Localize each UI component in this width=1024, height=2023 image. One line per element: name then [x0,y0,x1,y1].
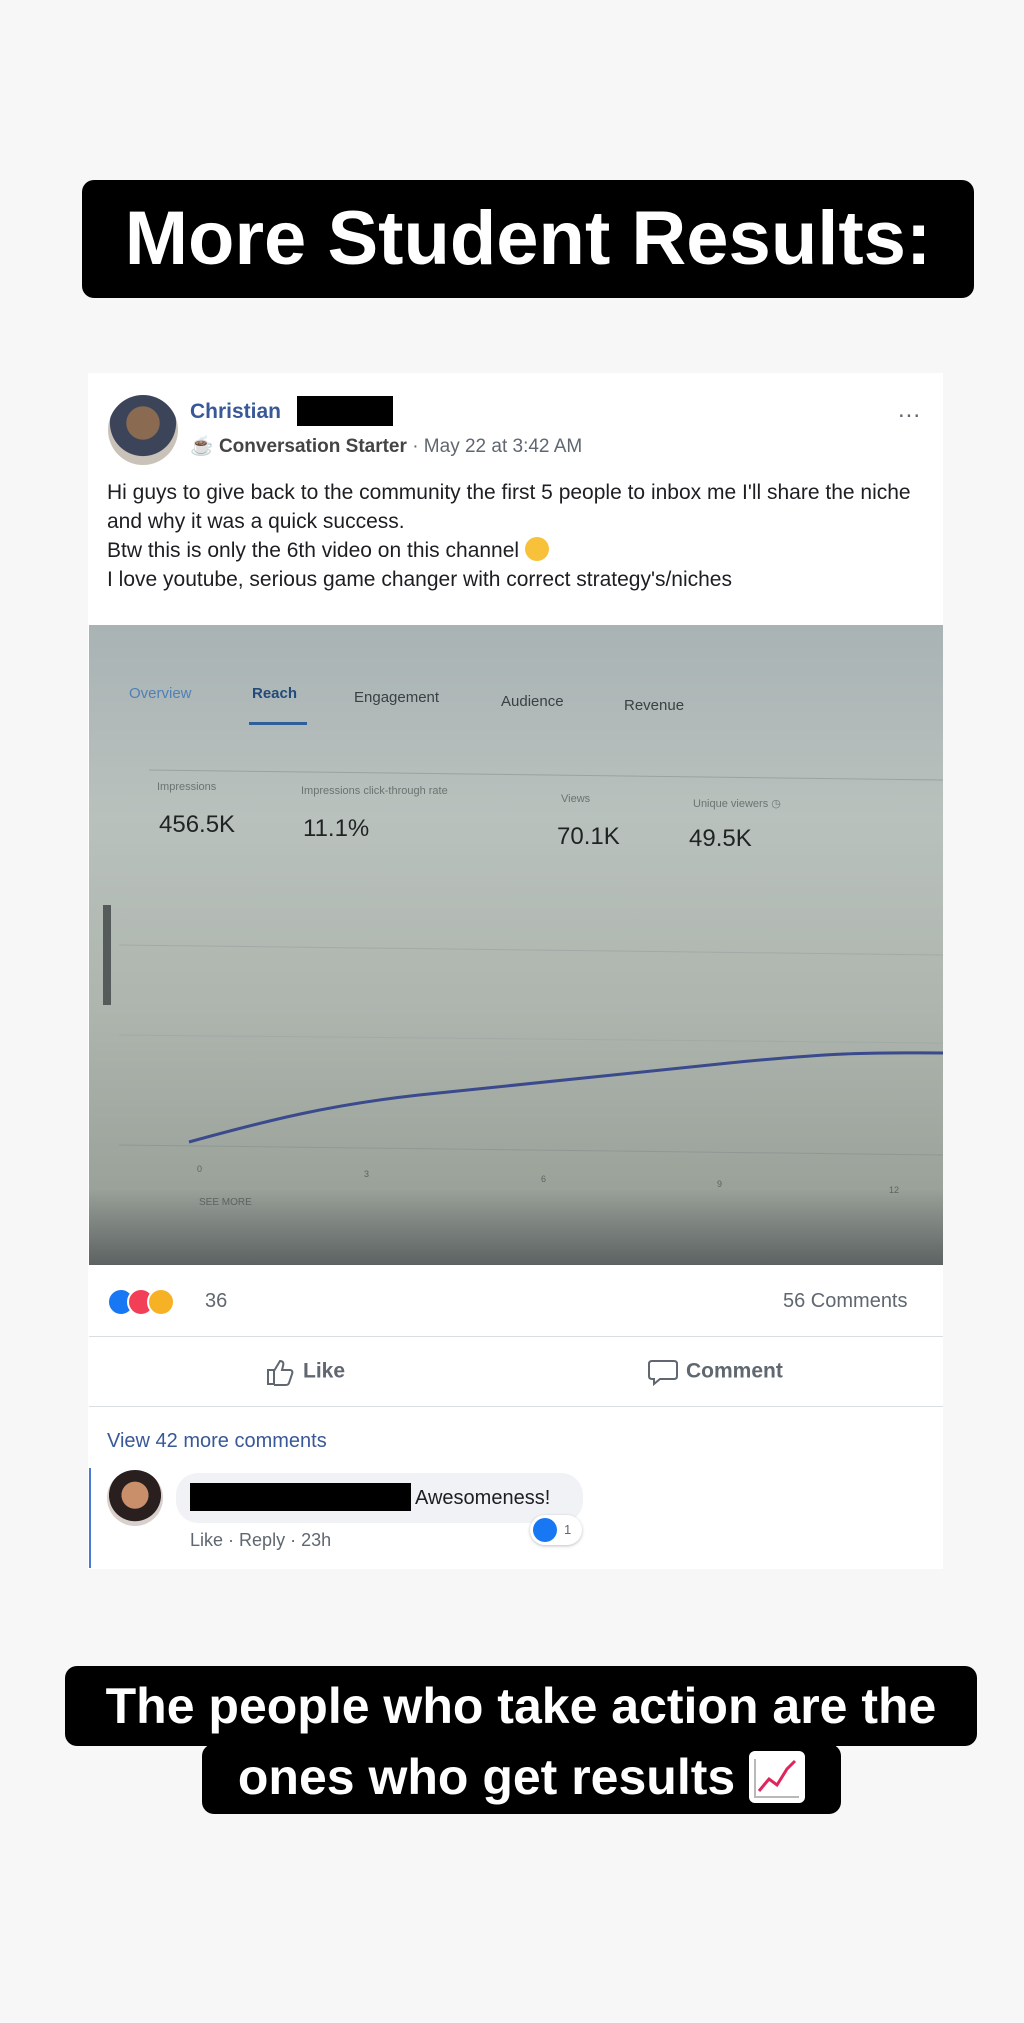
x-tick-6: 6 [541,1174,546,1184]
thumbs-up-icon [267,1359,294,1386]
chart-grid-axis [118,1144,943,1156]
comment-text: Awesomeness! [415,1487,551,1509]
badge-label: Conversation Starter [218,436,407,457]
more-options-icon[interactable]: ... [898,396,921,424]
divider-bottom [89,1406,943,1407]
comment-like-badge[interactable]: 1 [530,1515,582,1545]
wow-reaction-icon [147,1288,175,1316]
chart-grid-mid [118,944,943,956]
post-line-2: Btw this is only the 6th video on this c… [107,539,520,562]
header-banner-text: More Student Results: [124,196,932,281]
post-meta: ☕ Conversation Starter · May 22 at 3:42 … [190,434,582,458]
author-avatar[interactable] [108,395,178,465]
reaction-count[interactable]: 36 [205,1290,227,1313]
chart-grid-lower [118,1034,943,1044]
x-tick-12: 12 [889,1185,899,1195]
post-line-3: I love youtube, serious game changer wit… [107,568,732,591]
header-banner: More Student Results: [82,180,974,298]
x-tick-0: 0 [197,1164,202,1174]
comment-icon [648,1360,678,1386]
x-tick-3: 3 [364,1169,369,1179]
comment-time[interactable]: 23h [301,1530,331,1550]
like-label: Like [303,1359,346,1383]
comment-like-link[interactable]: Like [190,1530,223,1550]
like-button[interactable]: Like [265,1358,345,1386]
separator: · [412,436,424,457]
footer-banner-text-1: The people who take action are the [105,1678,937,1734]
thread-line [89,1468,91,1568]
footer-banner-line-1: The people who take action are the [65,1666,977,1746]
view-more-comments-link[interactable]: View 42 more comments [107,1430,327,1453]
comment-button[interactable]: Comment [648,1358,783,1386]
post-timestamp[interactable]: May 22 at 3:42 AM [424,436,582,457]
chart-grid-top [148,769,943,781]
commenter-avatar[interactable] [107,1470,163,1526]
comments-count[interactable]: 56 Comments [783,1290,908,1313]
comment-like-icon [533,1518,557,1542]
see-more-link: SEE MORE [199,1197,252,1208]
comment-reply-link[interactable]: Reply [239,1530,285,1550]
comment-like-count: 1 [564,1522,572,1537]
comment-label: Comment [686,1359,783,1383]
comment-actions: Like · Reply · 23h [190,1530,331,1551]
separator: · [290,1530,302,1550]
post-line-2-wrap: Btw this is only the 6th video on this c… [107,536,937,565]
smiley-icon [524,537,549,562]
analytics-photo[interactable]: Overview Reach Engagement Audience Reven… [89,625,943,1265]
chart-increasing-icon [749,1750,806,1803]
reach-chart: 0 3 6 9 12 [118,769,943,1195]
redaction-bar [297,396,393,426]
commenter-name-redaction [190,1483,411,1511]
footer-banner-text-2: ones who get results [237,1749,736,1805]
post-body: Hi guys to give back to the community th… [107,478,937,594]
footer-banner-line-2: ones who get results [202,1744,841,1814]
cup-icon: ☕ [190,436,214,457]
reach-line [188,1051,943,1144]
divider-top [89,1336,943,1337]
x-tick-9: 9 [717,1179,722,1189]
post-line-1: Hi guys to give back to the community th… [107,481,911,533]
author-name[interactable]: Christian [190,400,281,424]
separator: · [228,1530,240,1550]
